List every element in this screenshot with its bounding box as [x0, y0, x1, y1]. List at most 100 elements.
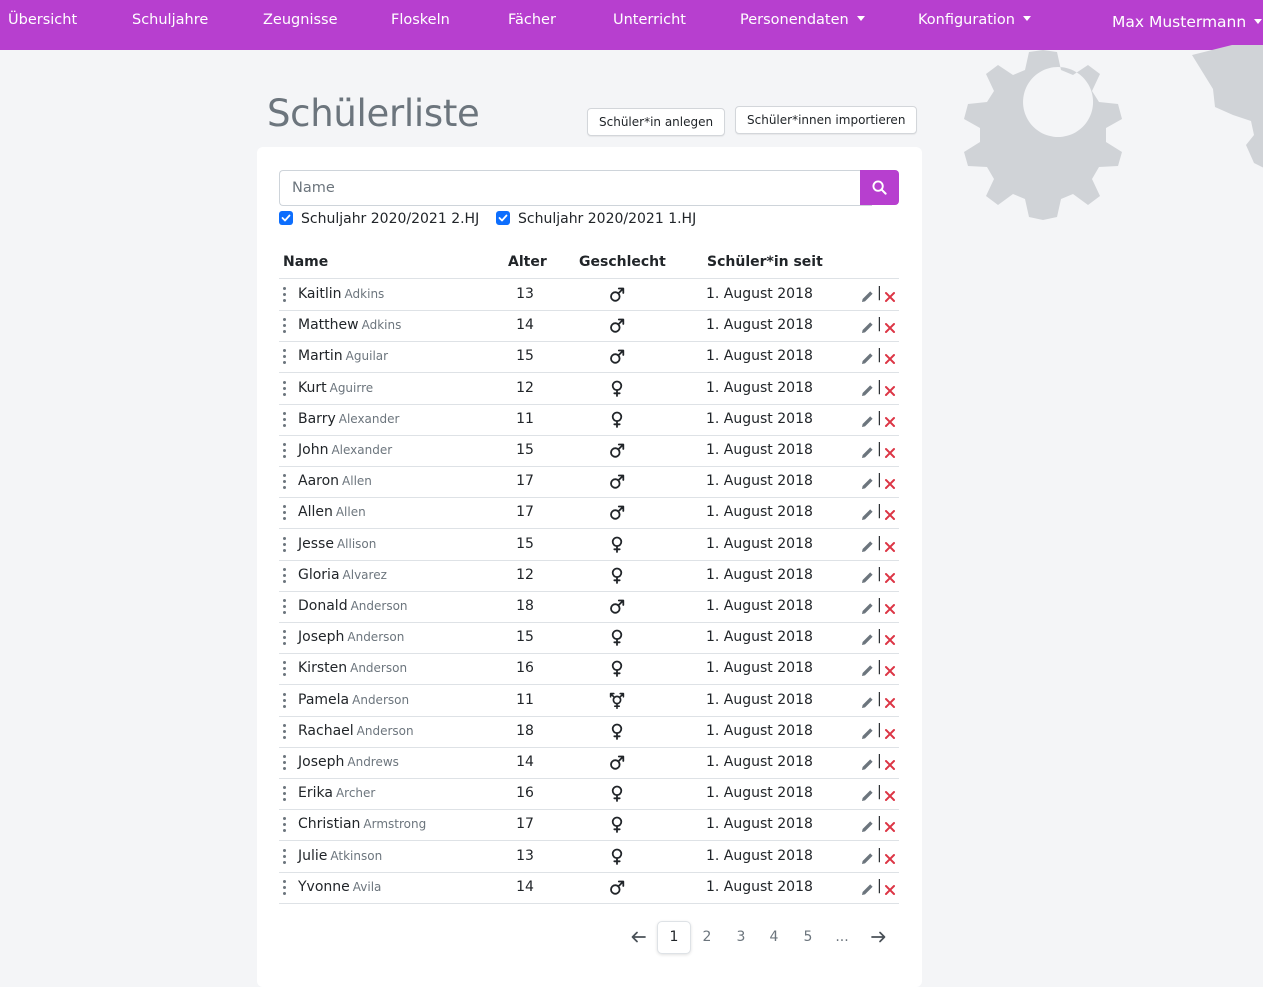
- edit-pencil-icon[interactable]: [861, 725, 874, 739]
- edit-pencil-icon[interactable]: [861, 413, 874, 427]
- drag-handle-icon[interactable]: [282, 568, 286, 583]
- edit-pencil-icon[interactable]: [861, 319, 874, 333]
- pagination-page-1[interactable]: 1: [657, 921, 691, 954]
- drag-handle-icon[interactable]: [282, 661, 286, 676]
- delete-x-icon[interactable]: [884, 413, 896, 427]
- edit-pencil-icon[interactable]: [861, 444, 874, 458]
- delete-x-icon[interactable]: [884, 662, 896, 676]
- edit-pencil-icon[interactable]: [861, 850, 874, 864]
- table-row[interactable]: Kurt Aguirre 12 1. August 2018 |: [279, 373, 899, 405]
- drag-handle-icon[interactable]: [282, 599, 286, 614]
- drag-handle-icon[interactable]: [282, 318, 286, 333]
- table-row[interactable]: Aaron Allen 17 1. August 2018 |: [279, 466, 899, 498]
- nav-item-floskeln[interactable]: Floskeln: [391, 0, 450, 40]
- student-name[interactable]: Gloria Alvarez: [298, 567, 387, 583]
- student-name[interactable]: Barry Alexander: [298, 411, 399, 427]
- drag-handle-icon[interactable]: [282, 381, 286, 396]
- delete-x-icon[interactable]: [884, 382, 896, 396]
- column-header-gender[interactable]: Geschlecht: [579, 254, 666, 270]
- edit-pencil-icon[interactable]: [861, 288, 874, 302]
- pagination-page-5[interactable]: 5: [796, 922, 820, 953]
- table-row[interactable]: Barry Alexander 11 1. August 2018 |: [279, 404, 899, 436]
- table-row[interactable]: Kaitlin Adkins 13 1. August 2018 |: [279, 279, 899, 311]
- import-students-button[interactable]: Schüler*innen importieren: [735, 106, 918, 134]
- edit-pencil-icon[interactable]: [861, 662, 874, 676]
- edit-pencil-icon[interactable]: [861, 881, 874, 895]
- column-header-age[interactable]: Alter: [508, 254, 547, 270]
- delete-x-icon[interactable]: [884, 538, 896, 552]
- pagination-page-2[interactable]: 2: [695, 922, 719, 953]
- edit-pencil-icon[interactable]: [861, 818, 874, 832]
- student-name[interactable]: Rachael Anderson: [298, 723, 414, 739]
- nav-item-zeugnisse[interactable]: Zeugnisse: [263, 0, 338, 40]
- nav-item-faecher[interactable]: Fächer: [508, 0, 556, 40]
- delete-x-icon[interactable]: [884, 631, 896, 645]
- edit-pencil-icon[interactable]: [861, 350, 874, 364]
- student-name[interactable]: Erika Archer: [298, 785, 375, 801]
- drag-handle-icon[interactable]: [282, 880, 286, 895]
- table-row[interactable]: Joseph Andrews 14 1. August 2018 |: [279, 747, 899, 779]
- nav-item-konfiguration[interactable]: Konfiguration: [918, 0, 1031, 40]
- student-name[interactable]: Pamela Anderson: [298, 692, 409, 708]
- student-name[interactable]: Aaron Allen: [298, 473, 372, 489]
- delete-x-icon[interactable]: [884, 881, 896, 895]
- table-row[interactable]: Allen Allen 17 1. August 2018 |: [279, 497, 899, 529]
- edit-pencil-icon[interactable]: [861, 756, 874, 770]
- table-row[interactable]: Erika Archer 16 1. August 2018 |: [279, 778, 899, 810]
- delete-x-icon[interactable]: [884, 850, 896, 864]
- drag-handle-icon[interactable]: [282, 849, 286, 864]
- filter-schuljahr-1hj[interactable]: Schuljahr 2020/2021 1.HJ: [496, 211, 696, 229]
- table-row[interactable]: Martin Aguilar 15 1. August 2018 |: [279, 341, 899, 373]
- delete-x-icon[interactable]: [884, 506, 896, 520]
- student-name[interactable]: Kurt Aguirre: [298, 380, 373, 396]
- table-row[interactable]: Joseph Anderson 15 1. August 2018 |: [279, 622, 899, 654]
- table-row[interactable]: Christian Armstrong 17 1. August 2018 |: [279, 809, 899, 841]
- edit-pencil-icon[interactable]: [861, 506, 874, 520]
- edit-pencil-icon[interactable]: [861, 475, 874, 489]
- pagination-next-button[interactable]: [866, 922, 890, 953]
- delete-x-icon[interactable]: [884, 569, 896, 583]
- search-input[interactable]: [279, 170, 872, 206]
- nav-item-uebersicht[interactable]: Übersicht: [8, 0, 77, 40]
- student-name[interactable]: Kirsten Anderson: [298, 660, 407, 676]
- delete-x-icon[interactable]: [884, 350, 896, 364]
- student-name[interactable]: Donald Anderson: [298, 598, 408, 614]
- delete-x-icon[interactable]: [884, 756, 896, 770]
- student-name[interactable]: Yvonne Avila: [298, 879, 381, 895]
- table-row[interactable]: Gloria Alvarez 12 1. August 2018 |: [279, 560, 899, 592]
- student-name[interactable]: Joseph Andrews: [298, 754, 399, 770]
- table-row[interactable]: Donald Anderson 18 1. August 2018 |: [279, 591, 899, 623]
- table-row[interactable]: Julie Atkinson 13 1. August 2018 |: [279, 841, 899, 873]
- delete-x-icon[interactable]: [884, 694, 896, 708]
- pagination-page-4[interactable]: 4: [762, 922, 786, 953]
- student-name[interactable]: Matthew Adkins: [298, 317, 401, 333]
- table-row[interactable]: Jesse Allison 15 1. August 2018 |: [279, 529, 899, 561]
- edit-pencil-icon[interactable]: [861, 538, 874, 552]
- filter-schuljahr-2hj[interactable]: Schuljahr 2020/2021 2.HJ: [279, 211, 479, 229]
- edit-pencil-icon[interactable]: [861, 569, 874, 583]
- drag-handle-icon[interactable]: [282, 786, 286, 801]
- checkbox-checked-icon[interactable]: [496, 211, 510, 225]
- edit-pencil-icon[interactable]: [861, 600, 874, 614]
- student-name[interactable]: Christian Armstrong: [298, 816, 426, 832]
- delete-x-icon[interactable]: [884, 818, 896, 832]
- drag-handle-icon[interactable]: [282, 349, 286, 364]
- create-student-button[interactable]: Schüler*in anlegen: [587, 108, 726, 136]
- table-row[interactable]: John Alexander 15 1. August 2018 |: [279, 435, 899, 467]
- student-name[interactable]: Kaitlin Adkins: [298, 286, 384, 302]
- drag-handle-icon[interactable]: [282, 287, 286, 302]
- edit-pencil-icon[interactable]: [861, 382, 874, 396]
- nav-item-schuljahre[interactable]: Schuljahre: [132, 0, 208, 40]
- drag-handle-icon[interactable]: [282, 755, 286, 770]
- student-name[interactable]: Allen Allen: [298, 504, 366, 520]
- drag-handle-icon[interactable]: [282, 443, 286, 458]
- table-row[interactable]: Rachael Anderson 18 1. August 2018 |: [279, 716, 899, 748]
- user-menu[interactable]: Max Mustermann: [1112, 2, 1263, 42]
- student-name[interactable]: Julie Atkinson: [298, 848, 382, 864]
- edit-pencil-icon[interactable]: [861, 631, 874, 645]
- table-row[interactable]: Kirsten Anderson 16 1. August 2018 |: [279, 653, 899, 685]
- drag-handle-icon[interactable]: [282, 505, 286, 520]
- pagination-prev-button[interactable]: [626, 922, 650, 953]
- drag-handle-icon[interactable]: [282, 693, 286, 708]
- drag-handle-icon[interactable]: [282, 630, 286, 645]
